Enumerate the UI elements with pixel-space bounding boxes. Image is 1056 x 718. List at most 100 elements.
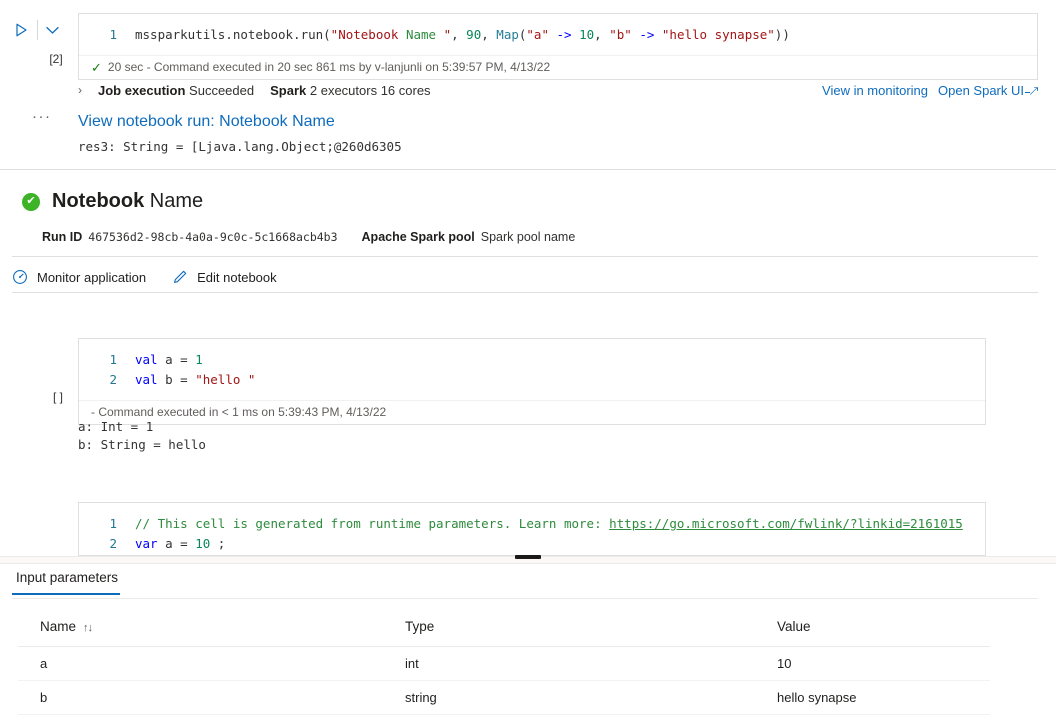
code-token-call: mssparkutils.notebook.run( [135,27,331,42]
code-token-map: Map [496,27,519,42]
code-token-10: 10 [579,27,594,42]
cell-name: b [18,690,405,705]
code-token-90: 90 [466,27,481,42]
code-token-sep2: , [481,27,496,42]
code-token-hello-synapse: "hello synapse" [662,27,775,42]
edit-notebook-button[interactable]: Edit notebook [172,269,277,285]
code-line: 2 val b = "hello " [79,370,985,390]
view-notebook-run-link[interactable]: View notebook run: Notebook Name [78,113,335,131]
cell-2-output: a: Int = 1 b: String = hello [78,418,206,454]
line-number: 1 [79,25,135,45]
success-check-icon: ✔ [22,193,40,211]
cell-more-options-icon[interactable]: ··· [32,112,52,122]
sort-arrows-icon[interactable]: ↑↓ [83,622,92,634]
panel-resize-grip[interactable] [515,555,541,559]
expand-job-chevron-right-icon[interactable]: › [78,83,88,97]
code-token-val: val [135,372,158,387]
bottom-panel-tabs: Input parameters [12,566,1038,599]
spark-pool-label: Apache Spark pool [362,230,475,244]
job-links: View in monitoring Open Spark UI⎯↗ [822,83,1038,98]
page-title-strong: Notebook [52,190,144,212]
code-text: val b = "hello " [135,370,255,390]
view-in-monitoring-link[interactable]: View in monitoring [822,83,928,98]
run-id-value: 467536d2-98cb-4a0a-9c0c-5c1668acb4b3 [88,230,337,244]
table-row[interactable]: a int 10 [18,647,990,681]
code-token-val: val [135,352,158,367]
snapshot-metadata: Run ID 467536d2-98cb-4a0a-9c0c-5c1668acb… [42,230,575,244]
snapshot-command-bar: Monitor application Edit notebook [12,262,1038,292]
page-title: Notebook Name [52,190,203,213]
spark-resource-info: 2 executors 16 cores [310,83,431,98]
code-token-name: Name [398,27,443,42]
cell-value: 10 [777,656,990,671]
cell-name: a [18,656,405,671]
code-text: val a = 1 [135,350,203,370]
code-text: // This cell is generated from runtime p… [135,514,963,534]
code-rows: 1 // This cell is generated from runtime… [79,503,985,556]
code-token-assign-b: b = [158,372,196,387]
cell-status-text: 20 sec - Command executed in 20 sec 861 … [108,60,550,74]
parent-notebook-cell: [2] ··· 1 mssparkutils.notebook.run( " Not… [0,0,1056,170]
page-title-light: Name [144,190,203,212]
code-rows: 1 val a = 1 2 val b = "hello " [79,339,985,400]
code-token-comment: // This cell is generated from runtime p… [135,516,609,531]
table-header-row: Name ↑↓ Type Value [18,606,990,647]
section-divider [0,169,1056,170]
job-execution-state: Succeeded [189,83,254,98]
code-text: var a = 10 ; [135,534,225,554]
code-token-assign-a: a = [158,536,196,551]
column-header-value[interactable]: Value [777,619,990,634]
gauge-icon [12,269,28,285]
notebook-cell-3-editor[interactable]: 1 // This cell is generated from runtime… [78,502,986,556]
job-execution-row: › Job execution Succeeded Spark 2 execut… [78,79,1038,101]
cell-status-bar: - Command executed in < 1 ms on 5:39:43 … [79,400,985,424]
code-line: 1 // This cell is generated from runtime… [79,514,985,534]
code-token-10: 10 [195,536,210,551]
line-number: 2 [79,370,135,390]
code-rows: 1 mssparkutils.notebook.run( " Notebook Na… [79,14,1037,55]
run-cell-button[interactable] [8,18,34,42]
cell-execution-count: [2] [40,52,72,66]
cell-2-execution-count: [ ] [42,390,74,404]
line-number: 2 [79,534,135,554]
line-number: 1 [79,514,135,534]
code-token-close: )) [775,27,790,42]
code-token-arrow2: -> [632,27,662,42]
code-token-notebook: Notebook [338,27,398,42]
code-token-sep1: , [451,27,466,42]
code-line: 1 mssparkutils.notebook.run( " Notebook Na… [79,25,1037,45]
column-header-type[interactable]: Type [405,619,777,634]
code-line: 1 val a = 1 [79,350,985,370]
success-check-icon: ✓ [91,61,102,74]
code-token-1: 1 [195,352,203,367]
edit-notebook-label: Edit notebook [197,270,277,285]
table-row[interactable]: b string hello synapse [18,681,990,715]
column-header-name[interactable]: Name ↑↓ [18,619,405,634]
learn-more-url-link[interactable]: https://go.microsoft.com/fwlink/?linkid=… [609,516,963,531]
pencil-icon [172,269,188,285]
monitor-application-button[interactable]: Monitor application [12,269,146,285]
spark-pool-value: Spark pool name [481,230,576,244]
input-parameters-table: Name ↑↓ Type Value a int 10 b string hell… [18,606,990,715]
code-text: mssparkutils.notebook.run( " Notebook Name… [135,25,790,45]
monitor-application-label: Monitor application [37,270,146,285]
panel-resize-handle[interactable] [0,556,1056,564]
cmdbar-top-divider [12,256,1038,257]
cell-status-text: - Command executed in < 1 ms on 5:39:43 … [91,405,386,419]
cell-type: int [405,656,777,671]
run-id-label: Run ID [42,230,82,244]
open-spark-ui-label: Open Spark UI [938,83,1024,98]
cell-type: string [405,690,777,705]
open-spark-ui-link[interactable]: Open Spark UI⎯↗ [938,83,1038,98]
code-token-quote-close: " [444,27,452,42]
cell-status-bar: ✓ 20 sec - Command executed in 20 sec 86… [79,55,1037,79]
parent-cell-editor[interactable]: 1 mssparkutils.notebook.run( " Notebook Na… [78,13,1038,80]
collapse-cell-chevron-down-icon[interactable] [40,18,64,42]
column-header-name-label: Name [40,619,76,634]
code-token-key-a: "a" [526,27,549,42]
job-execution-label: Job execution [98,83,185,98]
notebook-cell-2-editor[interactable]: 1 val a = 1 2 val b = "hello " - Command… [78,338,986,425]
code-token-arrow1: -> [549,27,579,42]
cmdbar-bottom-divider [12,292,1038,293]
tab-input-parameters[interactable]: Input parameters [12,566,130,594]
